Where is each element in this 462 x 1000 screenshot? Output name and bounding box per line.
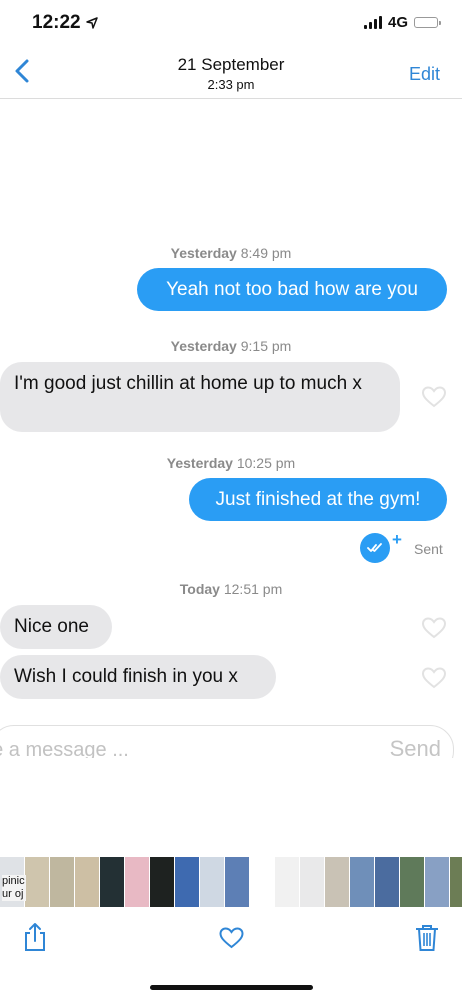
photo-thumbnail[interactable] bbox=[175, 857, 199, 907]
like-heart-icon[interactable] bbox=[421, 385, 447, 409]
read-receipt-icon bbox=[360, 533, 390, 563]
photo-thumbnail[interactable] bbox=[250, 857, 274, 907]
photo-thumbnail[interactable] bbox=[150, 857, 174, 907]
share-icon[interactable] bbox=[22, 922, 48, 952]
timestamp-day: Today bbox=[179, 581, 220, 597]
header-subtitle: 2:33 pm bbox=[207, 77, 255, 92]
message-text: I'm good just chillin at home up to much… bbox=[14, 373, 362, 394]
photo-thumbnail[interactable] bbox=[375, 857, 399, 907]
cell-signal-icon bbox=[363, 16, 382, 29]
photo-thumbnail[interactable] bbox=[400, 857, 424, 907]
timestamp-day: Yesterday bbox=[170, 245, 237, 261]
edit-button[interactable]: Edit bbox=[409, 64, 440, 85]
status-indicators: 4G bbox=[363, 14, 441, 31]
message-text: Just finished at the gym! bbox=[215, 489, 421, 510]
message-status: Sent bbox=[414, 541, 443, 557]
plus-icon[interactable]: + bbox=[392, 530, 402, 550]
incoming-message-bubble[interactable]: Nice one bbox=[0, 605, 112, 649]
timestamp-time: 9:15 pm bbox=[240, 338, 292, 354]
heart-icon[interactable] bbox=[218, 926, 245, 950]
thumbnail-text-snippet: pinic ur oj bbox=[2, 875, 26, 901]
like-heart-icon[interactable] bbox=[421, 666, 447, 690]
photo-thumbnail[interactable] bbox=[425, 857, 449, 907]
photo-thumbnail[interactable] bbox=[200, 857, 224, 907]
photo-thumbnail[interactable] bbox=[275, 857, 299, 907]
composer-cutoff bbox=[0, 758, 462, 853]
header-title: 21 September bbox=[177, 55, 285, 74]
message-text: Wish I could finish in you x bbox=[14, 666, 238, 687]
photo-thumbnail[interactable] bbox=[300, 857, 324, 907]
timestamp-time: 12:51 pm bbox=[223, 581, 283, 597]
network-type: 4G bbox=[387, 14, 408, 31]
photo-thumbnail[interactable] bbox=[125, 857, 149, 907]
message-text: Yeah not too bad how are you bbox=[166, 279, 418, 300]
message-timestamp: Yesterday 10:25 pm bbox=[0, 455, 462, 471]
photo-thumbnail[interactable] bbox=[75, 857, 99, 907]
incoming-message-bubble[interactable]: I'm good just chillin at home up to much… bbox=[0, 362, 400, 432]
snippet-line: ur oj bbox=[2, 888, 24, 900]
outgoing-message-bubble[interactable]: Just finished at the gym! bbox=[189, 478, 447, 521]
photo-thumbnail[interactable] bbox=[325, 857, 349, 907]
timestamp-day: Yesterday bbox=[166, 455, 233, 471]
photo-thumbnail[interactable] bbox=[25, 857, 49, 907]
double-check-icon bbox=[367, 543, 382, 552]
message-text: Nice one bbox=[14, 616, 89, 637]
incoming-message-bubble[interactable]: Wish I could finish in you x bbox=[0, 655, 276, 699]
status-time: 12:22 bbox=[32, 12, 98, 34]
photo-thumbnail[interactable] bbox=[50, 857, 74, 907]
photo-thumbnail[interactable] bbox=[450, 857, 462, 907]
timestamp-day: Yesterday bbox=[170, 338, 237, 354]
battery-icon bbox=[414, 17, 441, 28]
outgoing-message-bubble[interactable]: Yeah not too bad how are you bbox=[137, 268, 447, 311]
home-indicator[interactable] bbox=[150, 985, 313, 990]
like-heart-icon[interactable] bbox=[421, 616, 447, 640]
message-timestamp: Yesterday 8:49 pm bbox=[0, 245, 462, 261]
conversation-header: 21 September 2:33 pm Edit bbox=[0, 42, 462, 99]
message-timestamp: Today 12:51 pm bbox=[0, 581, 462, 597]
snippet-line: pinic bbox=[2, 875, 25, 887]
status-time-text: 12:22 bbox=[32, 12, 81, 33]
photo-thumbnail-strip[interactable] bbox=[0, 857, 462, 907]
photo-thumbnail[interactable] bbox=[100, 857, 124, 907]
timestamp-time: 8:49 pm bbox=[240, 245, 292, 261]
timestamp-time: 10:25 pm bbox=[236, 455, 296, 471]
message-timestamp: Yesterday 9:15 pm bbox=[0, 338, 462, 354]
photo-thumbnail[interactable] bbox=[350, 857, 374, 907]
photo-thumbnail[interactable] bbox=[225, 857, 249, 907]
trash-icon[interactable] bbox=[414, 923, 440, 953]
location-arrow-icon bbox=[85, 17, 98, 29]
